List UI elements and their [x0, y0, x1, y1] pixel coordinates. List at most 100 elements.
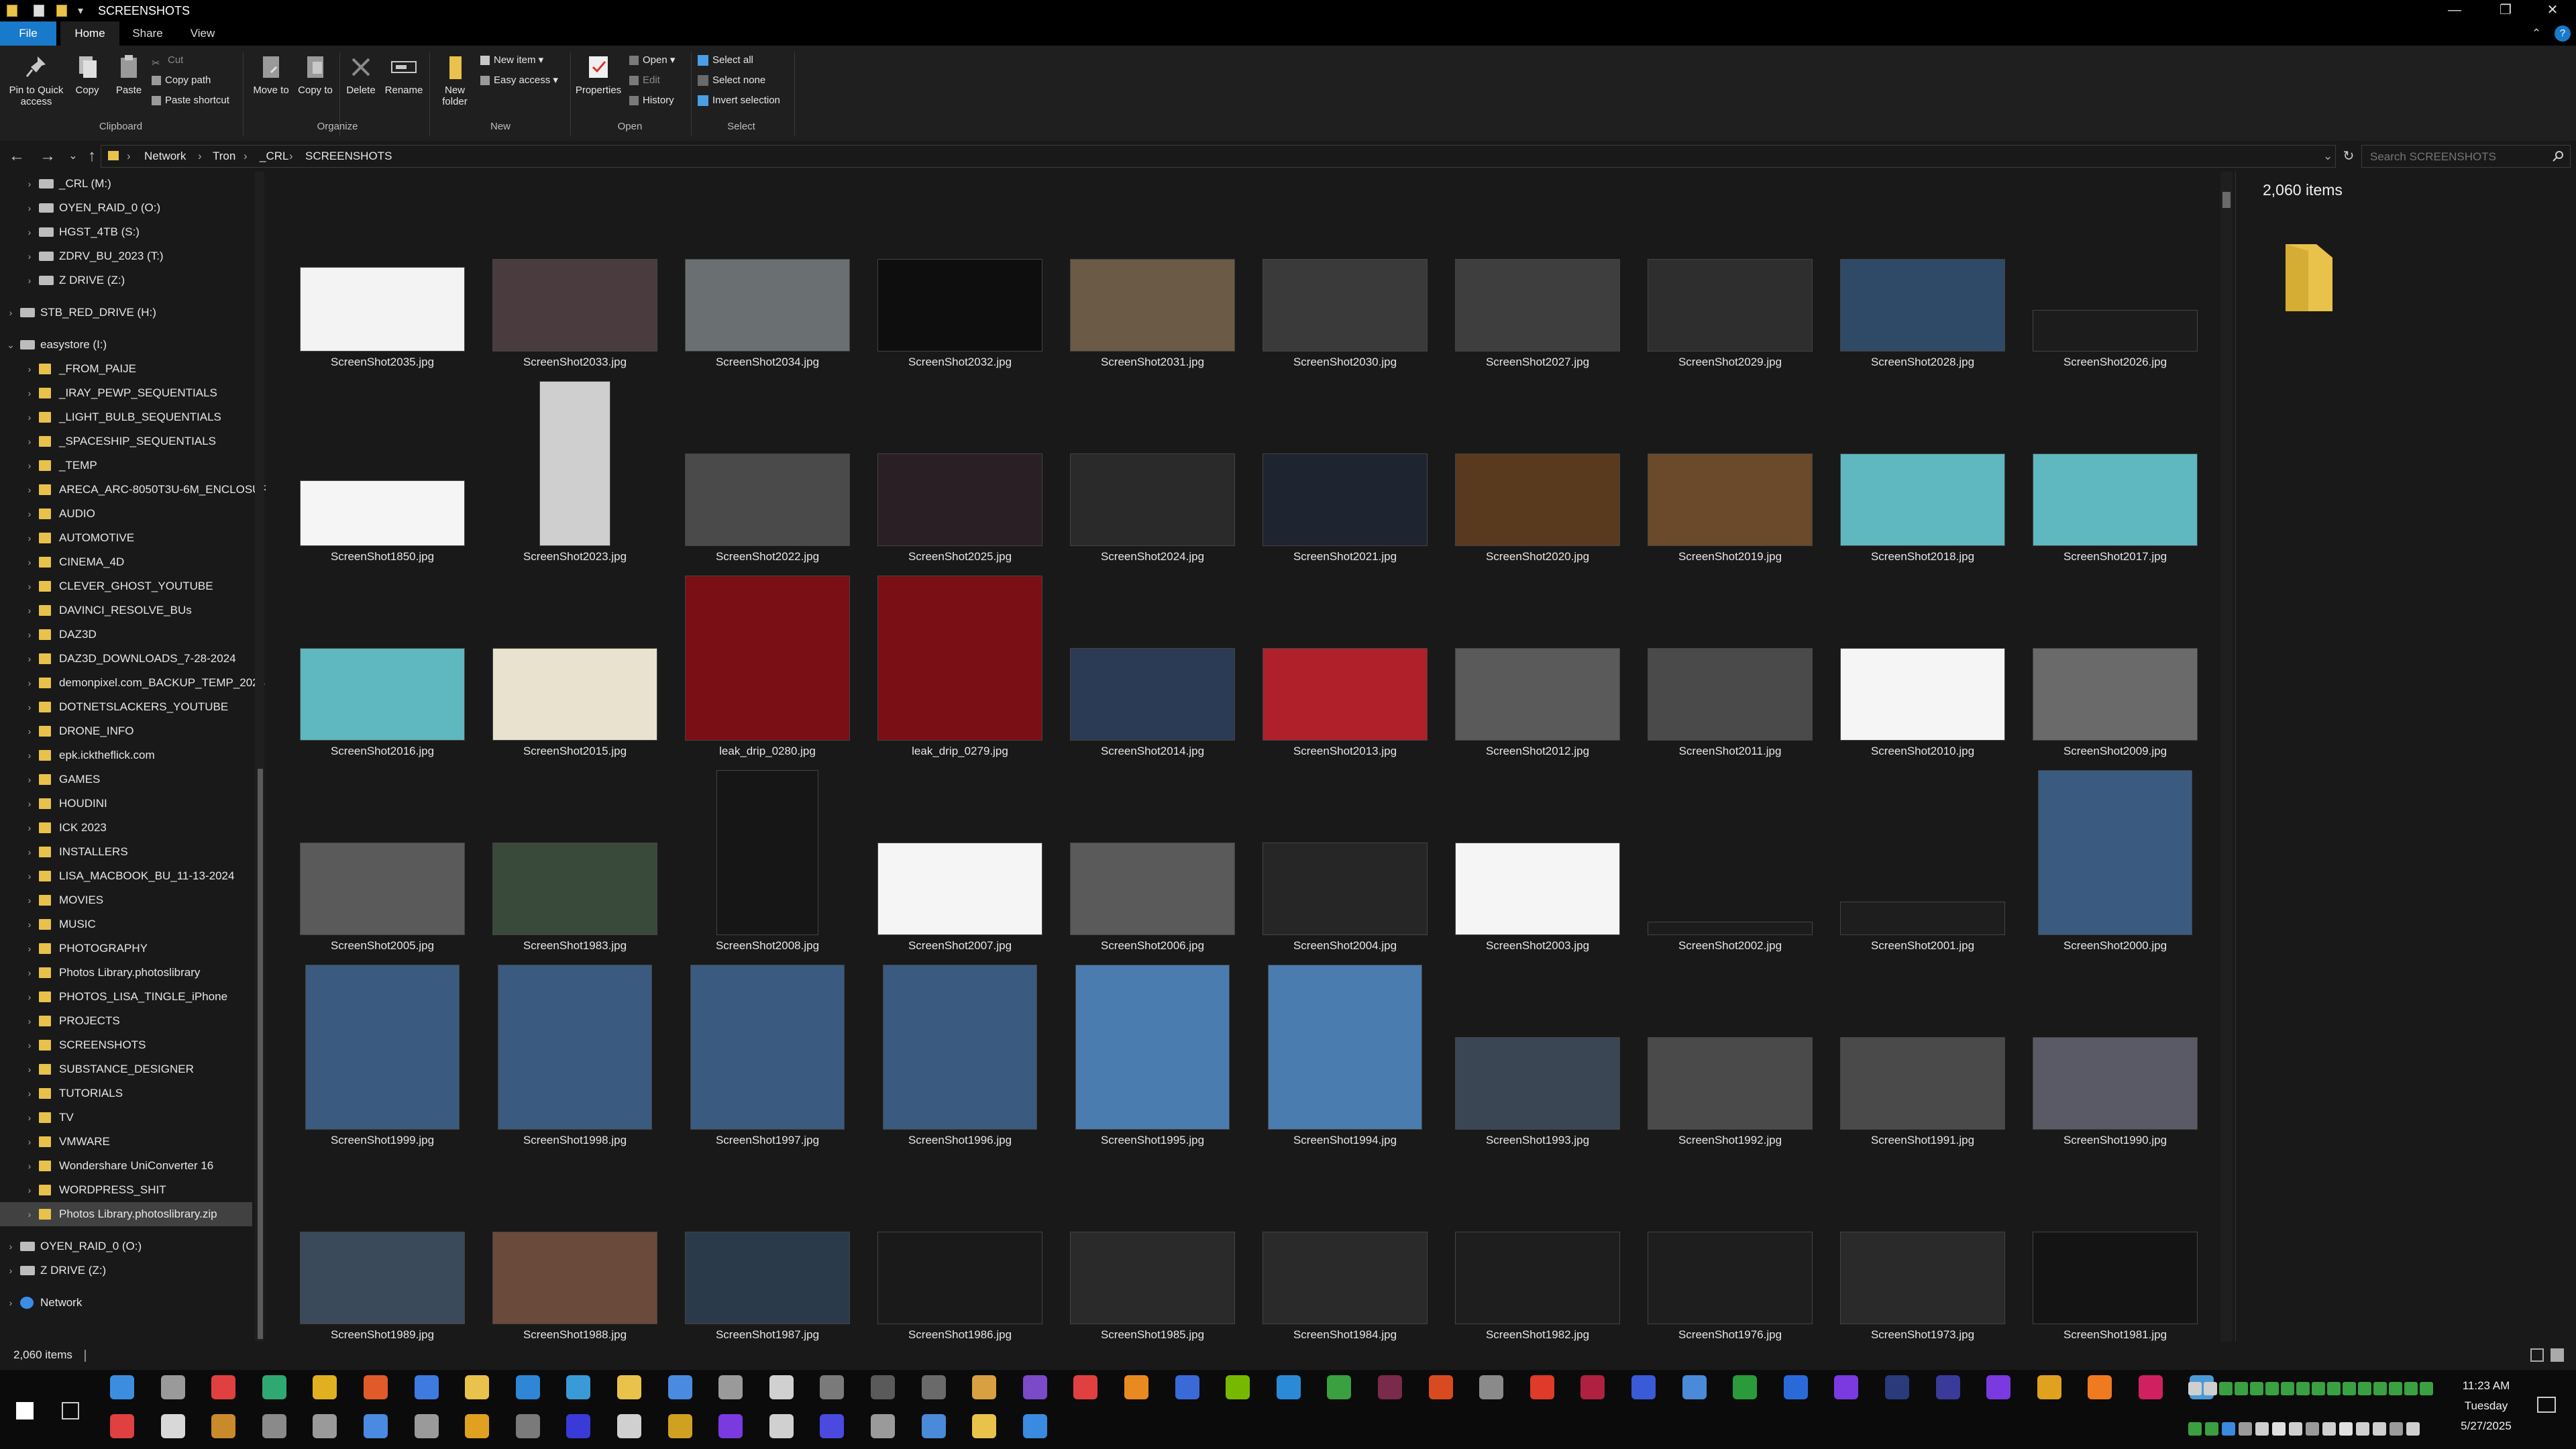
- taskbar-app-icon[interactable]: [1733, 1375, 1758, 1399]
- tree-item[interactable]: › HOUDINI: [0, 792, 252, 816]
- taskbar-app-icon[interactable]: [262, 1414, 286, 1438]
- file-item[interactable]: ScreenShot2034.jpg: [678, 185, 857, 378]
- breadcrumb-tron[interactable]: Tron: [213, 146, 235, 167]
- file-item[interactable]: ScreenShot2013.jpg: [1255, 574, 1435, 767]
- file-item[interactable]: ScreenShot2007.jpg: [870, 769, 1050, 962]
- rename-button[interactable]: Rename: [382, 52, 425, 96]
- chevron-right-icon[interactable]: ›: [24, 381, 35, 405]
- taskbar-app-icon[interactable]: [1022, 1414, 1047, 1438]
- taskbar-app-icon[interactable]: [972, 1414, 997, 1438]
- taskbar-app-icon[interactable]: [820, 1414, 845, 1438]
- tray-icon[interactable]: [2255, 1422, 2269, 1436]
- taskbar-app-icon[interactable]: [1226, 1375, 1250, 1399]
- file-item[interactable]: ScreenShot1995.jpg: [1063, 963, 1242, 1157]
- tray-icon[interactable]: [2358, 1382, 2371, 1395]
- breadcrumb-screenshots[interactable]: SCREENSHOTS: [305, 146, 392, 167]
- chevron-right-icon[interactable]: ›: [24, 244, 35, 268]
- taskbar-app-icon[interactable]: [617, 1414, 641, 1438]
- chevron-right-icon[interactable]: ›: [24, 1202, 35, 1226]
- taskbar-app-icon[interactable]: [313, 1375, 337, 1399]
- file-item[interactable]: ScreenShot2008.jpg: [678, 769, 857, 962]
- large-icons-view-icon[interactable]: [2551, 1348, 2564, 1362]
- taskbar-app-icon[interactable]: [1986, 1375, 2011, 1399]
- tree-item[interactable]: › DAZ3D_DOWNLOADS_7-28-2024: [0, 647, 252, 671]
- chevron-right-icon[interactable]: ›: [24, 936, 35, 961]
- taskbar-app-icon[interactable]: [2088, 1375, 2112, 1399]
- tray-icon[interactable]: [2239, 1422, 2252, 1436]
- file-item[interactable]: ScreenShot1986.jpg: [870, 1158, 1050, 1351]
- taskbar-app-icon[interactable]: [262, 1375, 286, 1399]
- taskbar-app-icon[interactable]: [364, 1414, 388, 1438]
- tree-item[interactable]: › DAZ3D: [0, 623, 252, 647]
- tree-item[interactable]: › OYEN_RAID_0 (O:): [0, 1234, 252, 1258]
- file-item[interactable]: ScreenShot1984.jpg: [1255, 1158, 1435, 1351]
- tree-item[interactable]: › SCREENSHOTS: [0, 1033, 252, 1057]
- taskbar-app-icon[interactable]: [1124, 1375, 1148, 1399]
- collapse-ribbon-icon[interactable]: ⌃: [2526, 21, 2546, 46]
- file-item[interactable]: ScreenShot1987.jpg: [678, 1158, 857, 1351]
- chevron-right-icon[interactable]: ›: [24, 840, 35, 864]
- search-input[interactable]: [2369, 146, 2546, 168]
- tray-icon[interactable]: [2373, 1382, 2387, 1395]
- details-view-icon[interactable]: [2530, 1348, 2544, 1362]
- chevron-right-icon[interactable]: ›: [24, 268, 35, 292]
- breadcrumb-crl[interactable]: _CRL: [260, 146, 288, 167]
- file-item[interactable]: ScreenShot1985.jpg: [1063, 1158, 1242, 1351]
- taskbar-app-icon[interactable]: [160, 1375, 185, 1399]
- clock-date[interactable]: 5/27/2025: [2439, 1419, 2533, 1433]
- taskbar-app-icon[interactable]: [718, 1414, 743, 1438]
- tree-item[interactable]: › LISA_MACBOOK_BU_11-13-2024: [0, 864, 252, 888]
- search-icon[interactable]: [2553, 150, 2565, 162]
- tray-icon[interactable]: [2390, 1422, 2403, 1436]
- taskbar-app-icon[interactable]: [820, 1375, 845, 1399]
- tree-item[interactable]: › CINEMA_4D: [0, 550, 252, 574]
- tree-item[interactable]: › MUSIC: [0, 912, 252, 936]
- tray-icon[interactable]: [2219, 1382, 2233, 1395]
- tab-file[interactable]: File: [0, 21, 56, 46]
- taskbar-app-icon[interactable]: [465, 1375, 490, 1399]
- pin-to-quick-access-button[interactable]: Pin to Quick access: [5, 52, 67, 107]
- tray-icon[interactable]: [2343, 1382, 2356, 1395]
- address-bar[interactable]: › Network › Tron › _CRL › SCREENSHOTS ⌄: [101, 145, 2336, 168]
- chevron-right-icon[interactable]: ›: [24, 598, 35, 623]
- tab-share[interactable]: Share: [119, 21, 176, 46]
- tree-item[interactable]: › DRONE_INFO: [0, 719, 252, 743]
- taskbar-app-icon[interactable]: [515, 1375, 540, 1399]
- open-button[interactable]: Open ▾: [629, 51, 675, 70]
- file-item[interactable]: ScreenShot1981.jpg: [2025, 1158, 2205, 1351]
- taskbar-app-icon[interactable]: [1834, 1375, 1859, 1399]
- tab-view[interactable]: View: [176, 21, 229, 46]
- tree-item[interactable]: › Wondershare UniConverter 16: [0, 1154, 252, 1178]
- chevron-right-icon[interactable]: ›: [24, 405, 35, 429]
- tree-item[interactable]: › _LIGHT_BULB_SEQUENTIALS: [0, 405, 252, 429]
- minimize-button[interactable]: —: [2431, 0, 2478, 21]
- tree-item[interactable]: › TUTORIALS: [0, 1081, 252, 1106]
- forward-button[interactable]: →: [36, 145, 59, 168]
- taskbar-app-icon[interactable]: [211, 1375, 236, 1399]
- chevron-right-icon[interactable]: ›: [24, 478, 35, 502]
- chevron-right-icon[interactable]: ›: [24, 1154, 35, 1178]
- chevron-right-icon[interactable]: ›: [24, 767, 35, 792]
- chevron-right-icon[interactable]: ›: [24, 743, 35, 767]
- file-item[interactable]: ScreenShot2012.jpg: [1448, 574, 1627, 767]
- taskbar-app-icon[interactable]: [110, 1414, 134, 1438]
- chevron-right-icon[interactable]: ›: [24, 1009, 35, 1033]
- delete-button[interactable]: Delete: [341, 52, 381, 96]
- chevron-right-icon[interactable]: ›: [24, 574, 35, 598]
- tree-item[interactable]: › INSTALLERS: [0, 840, 252, 864]
- select-all-button[interactable]: Select all: [698, 51, 753, 70]
- taskbar-app-icon[interactable]: [769, 1414, 794, 1438]
- file-item[interactable]: leak_drip_0280.jpg: [678, 574, 857, 767]
- chevron-right-icon[interactable]: ›: [24, 671, 35, 695]
- new-folder-button[interactable]: New folder: [435, 52, 475, 107]
- tree-item[interactable]: › STB_RED_DRIVE (H:): [0, 301, 252, 325]
- file-item[interactable]: leak_drip_0279.jpg: [870, 574, 1050, 767]
- taskbar-app-icon[interactable]: [414, 1375, 439, 1399]
- file-item[interactable]: ScreenShot1999.jpg: [292, 963, 472, 1157]
- tray-icon[interactable]: [2289, 1422, 2302, 1436]
- file-item[interactable]: ScreenShot1998.jpg: [485, 963, 665, 1157]
- file-item[interactable]: ScreenShot2002.jpg: [1640, 769, 1820, 962]
- taskbar-app-icon[interactable]: [1479, 1375, 1504, 1399]
- taskbar-app-icon[interactable]: [921, 1375, 946, 1399]
- file-item[interactable]: ScreenShot2001.jpg: [1833, 769, 2012, 962]
